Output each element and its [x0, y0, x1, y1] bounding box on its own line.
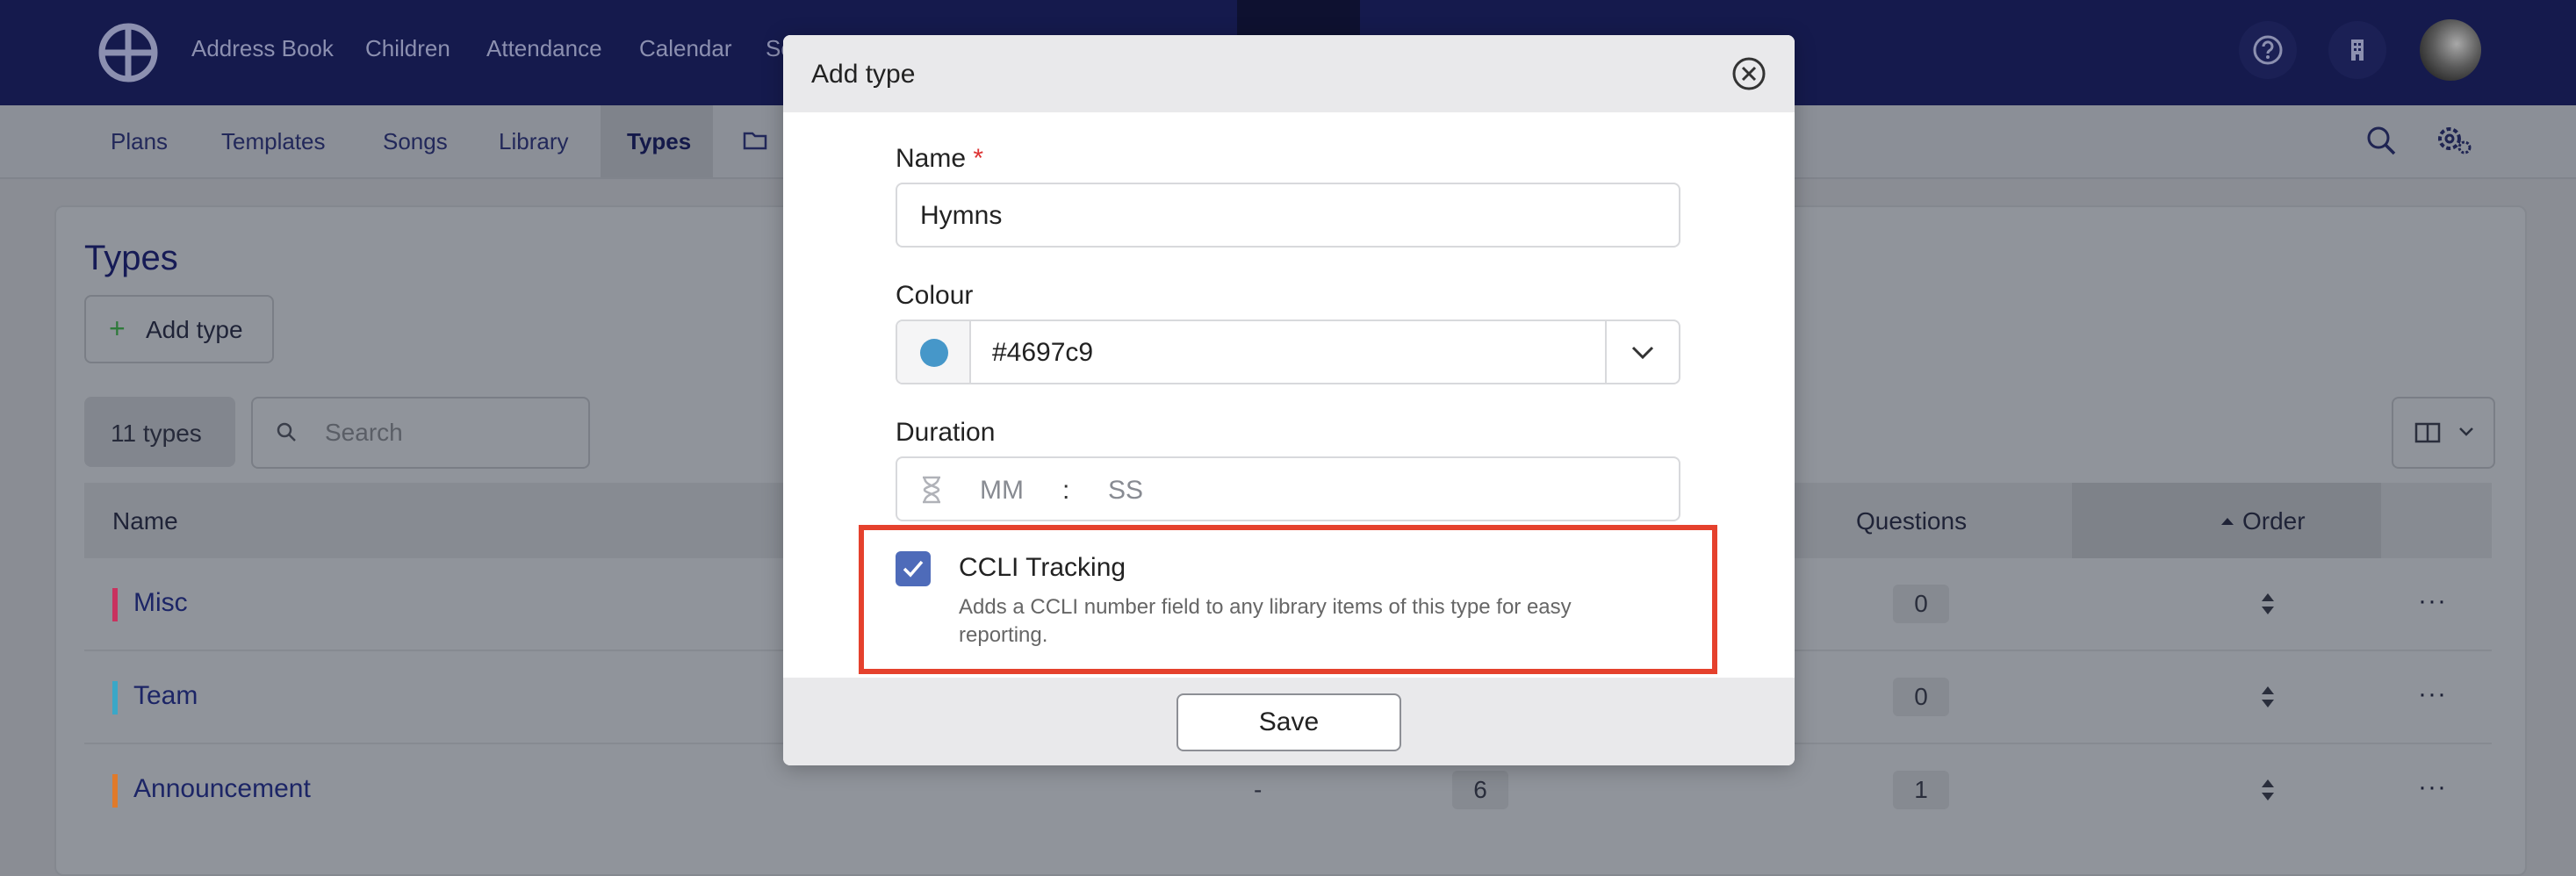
add-type-button[interactable]: + Add type: [84, 295, 274, 363]
ccli-tracking-description: Adds a CCLI number field to any library …: [959, 595, 1572, 647]
nav-link-address-book[interactable]: Address Book: [191, 35, 334, 62]
folder-icon[interactable]: [743, 128, 769, 153]
sort-icon[interactable]: [2262, 686, 2274, 707]
duration-field[interactable]: MM : SS: [896, 456, 1680, 521]
questions-count: 0: [1893, 678, 1949, 716]
tab-types[interactable]: Types: [627, 105, 691, 177]
search-icon: [277, 422, 296, 442]
duration-seconds-input[interactable]: SS: [1108, 476, 1143, 506]
search-field[interactable]: [251, 397, 590, 469]
usage-count: 6: [1452, 771, 1508, 809]
add-type-label: Add type: [146, 316, 243, 343]
building-icon: [2351, 39, 2364, 61]
tab-plans[interactable]: Plans: [111, 105, 168, 177]
type-name-link[interactable]: Misc: [133, 588, 188, 618]
save-button[interactable]: Save: [1176, 693, 1401, 751]
chevron-down-icon: [1631, 346, 1654, 360]
more-dots-icon[interactable]: ···: [2418, 586, 2447, 616]
nav-link-attendance[interactable]: Attendance: [486, 35, 602, 62]
type-colour-bar: [112, 588, 118, 621]
duration-label: Duration: [896, 418, 996, 447]
colour-label: Colour: [896, 281, 974, 310]
required-marker: *: [973, 144, 984, 173]
questions-count: 0: [1893, 585, 1949, 623]
cell-dash: -: [1254, 776, 1263, 803]
colour-swatch: [920, 339, 948, 367]
tab-templates[interactable]: Templates: [221, 105, 326, 177]
types-count-text: 11 types: [111, 420, 202, 447]
sort-icon[interactable]: [2262, 593, 2274, 614]
hourglass-icon: [923, 476, 940, 504]
organisation-button[interactable]: [2328, 21, 2386, 79]
columns-toggle-button[interactable]: [2392, 397, 2495, 469]
colour-dropdown-toggle[interactable]: [1605, 321, 1679, 383]
colour-input[interactable]: [990, 336, 1591, 370]
sort-icon[interactable]: [2262, 779, 2274, 801]
types-count-badge: 11 types: [84, 397, 235, 467]
column-header-order[interactable]: Order: [2242, 507, 2306, 535]
chevron-down-icon: [2459, 427, 2473, 436]
help-button[interactable]: [2239, 21, 2297, 79]
column-header-questions[interactable]: Questions: [1856, 507, 1967, 535]
dialog-header: Add type: [783, 35, 1795, 112]
column-header-name[interactable]: Name: [112, 507, 178, 535]
duration-minutes-input[interactable]: MM: [980, 476, 1024, 506]
add-type-dialog: Add type Name * Colour Duration MM : SS: [783, 35, 1795, 765]
ccli-tracking-checkbox[interactable]: [896, 551, 931, 586]
search-input[interactable]: [323, 414, 572, 451]
search-icon[interactable]: [2365, 125, 2397, 156]
tab-library[interactable]: Library: [499, 105, 568, 177]
columns-icon: [2414, 422, 2441, 443]
type-name-link[interactable]: Announcement: [133, 774, 311, 804]
type-colour-bar: [112, 681, 118, 714]
close-circle-icon[interactable]: [1730, 54, 1768, 93]
avatar[interactable]: [2420, 19, 2481, 81]
duration-separator: :: [1062, 476, 1070, 505]
name-input[interactable]: [918, 199, 1659, 233]
colour-field[interactable]: [896, 320, 1680, 384]
more-dots-icon[interactable]: ···: [2418, 679, 2447, 709]
sort-asc-icon: [2221, 518, 2234, 525]
questions-count: 1: [1893, 771, 1949, 809]
dialog-title: Add type: [811, 60, 916, 89]
tab-songs[interactable]: Songs: [383, 105, 448, 177]
check-icon: [903, 560, 924, 578]
name-field[interactable]: [896, 183, 1680, 248]
colour-swatch-box[interactable]: [897, 321, 971, 383]
type-name-link[interactable]: Team: [133, 681, 198, 711]
page-title: Types: [84, 239, 178, 277]
nav-link-calendar[interactable]: Calendar: [639, 35, 732, 62]
gear-icon[interactable]: [2436, 123, 2472, 158]
name-label: Name *: [896, 144, 983, 174]
more-dots-icon[interactable]: ···: [2418, 772, 2447, 802]
nav-link-children[interactable]: Children: [365, 35, 450, 62]
plus-icon: +: [109, 312, 126, 344]
type-colour-bar: [112, 774, 118, 808]
ccli-tracking-label[interactable]: CCLI Tracking: [959, 553, 1126, 583]
wheel-logo-icon[interactable]: [97, 21, 160, 84]
name-label-text: Name: [896, 144, 967, 173]
dialog-footer: Save: [783, 678, 1795, 765]
question-circle-icon: [2253, 35, 2283, 65]
nav-active-tab: [1237, 0, 1360, 35]
